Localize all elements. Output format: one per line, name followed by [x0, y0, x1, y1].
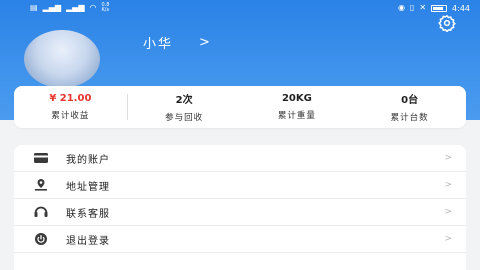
stat-weight[interactable]: 20KG 累计重量: [241, 86, 354, 128]
signal-icon-2: ▂▄▆: [66, 3, 85, 12]
chevron-right-icon: >: [444, 234, 452, 244]
battery-icon: [431, 4, 448, 12]
eye-icon: ◉: [397, 3, 405, 12]
stat-device-count[interactable]: 0台 累计台数: [353, 86, 466, 128]
chevron-right-icon: >: [199, 35, 210, 50]
stat-label: 参与回收: [165, 113, 204, 123]
chevron-right-icon: >: [444, 207, 452, 217]
status-left: ▤ ▂▄▆ ▂▄▆ ◠ 0.8 K/s: [30, 3, 109, 13]
menu-item-customer-service[interactable]: 联系客服 >: [14, 199, 466, 226]
stat-value: 20KG: [281, 93, 312, 104]
headset-icon: [34, 206, 48, 218]
location-icon: [34, 179, 48, 191]
menu-label: 地址管理: [66, 181, 110, 193]
stat-value: 0台: [401, 95, 419, 106]
menu-label: 联系客服: [66, 208, 110, 220]
chevron-right-icon: >: [444, 153, 452, 163]
stat-label: 累计台数: [390, 113, 429, 123]
power-icon: [34, 233, 48, 245]
stat-label: 累计收益: [51, 111, 90, 121]
sim-icon: ▤: [30, 3, 38, 12]
stat-earnings[interactable]: ¥ 21.00 累计收益: [14, 86, 127, 128]
stat-recycle-count[interactable]: 2次 参与回收: [128, 86, 241, 128]
status-bar: ▤ ▂▄▆ ▂▄▆ ◠ 0.8 K/s ◉ ▯ ✕ 4:44: [0, 0, 480, 16]
username: 小华: [143, 37, 174, 52]
menu-item-address[interactable]: 地址管理 >: [14, 172, 466, 199]
stat-label: 累计重量: [277, 111, 316, 121]
settings-gear-icon[interactable]: [438, 14, 456, 33]
menu-item-logout[interactable]: 退出登录 >: [14, 226, 466, 253]
profile-link[interactable]: 小华 >: [143, 33, 210, 52]
stat-value: ¥ 21.00: [49, 93, 92, 104]
mute-icon: ✕: [419, 3, 427, 12]
stat-value: 2次: [175, 95, 193, 106]
menu-label: 退出登录: [66, 235, 110, 247]
chevron-right-icon: >: [444, 180, 452, 190]
wifi-icon: ◠: [89, 3, 97, 12]
stats-card: ¥ 21.00 累计收益 2次 参与回收 20KG 累计重量 0台 累计台数: [14, 86, 466, 128]
signal-icon: ▂▄▆: [42, 3, 62, 12]
menu-label: 我的账户: [66, 154, 110, 166]
clock: 4:44: [452, 3, 470, 13]
avatar[interactable]: [24, 30, 100, 88]
settings-menu: 我的账户 > 地址管理 > 联系客服 > 退出登录 >: [14, 145, 466, 270]
vibrate-icon: ▯: [409, 3, 415, 12]
status-right: ◉ ▯ ✕ 4:44: [398, 4, 470, 13]
network-speed: 0.8 K/s: [101, 2, 110, 13]
menu-item-my-account[interactable]: 我的账户 >: [14, 145, 466, 172]
card-icon: [34, 152, 48, 164]
